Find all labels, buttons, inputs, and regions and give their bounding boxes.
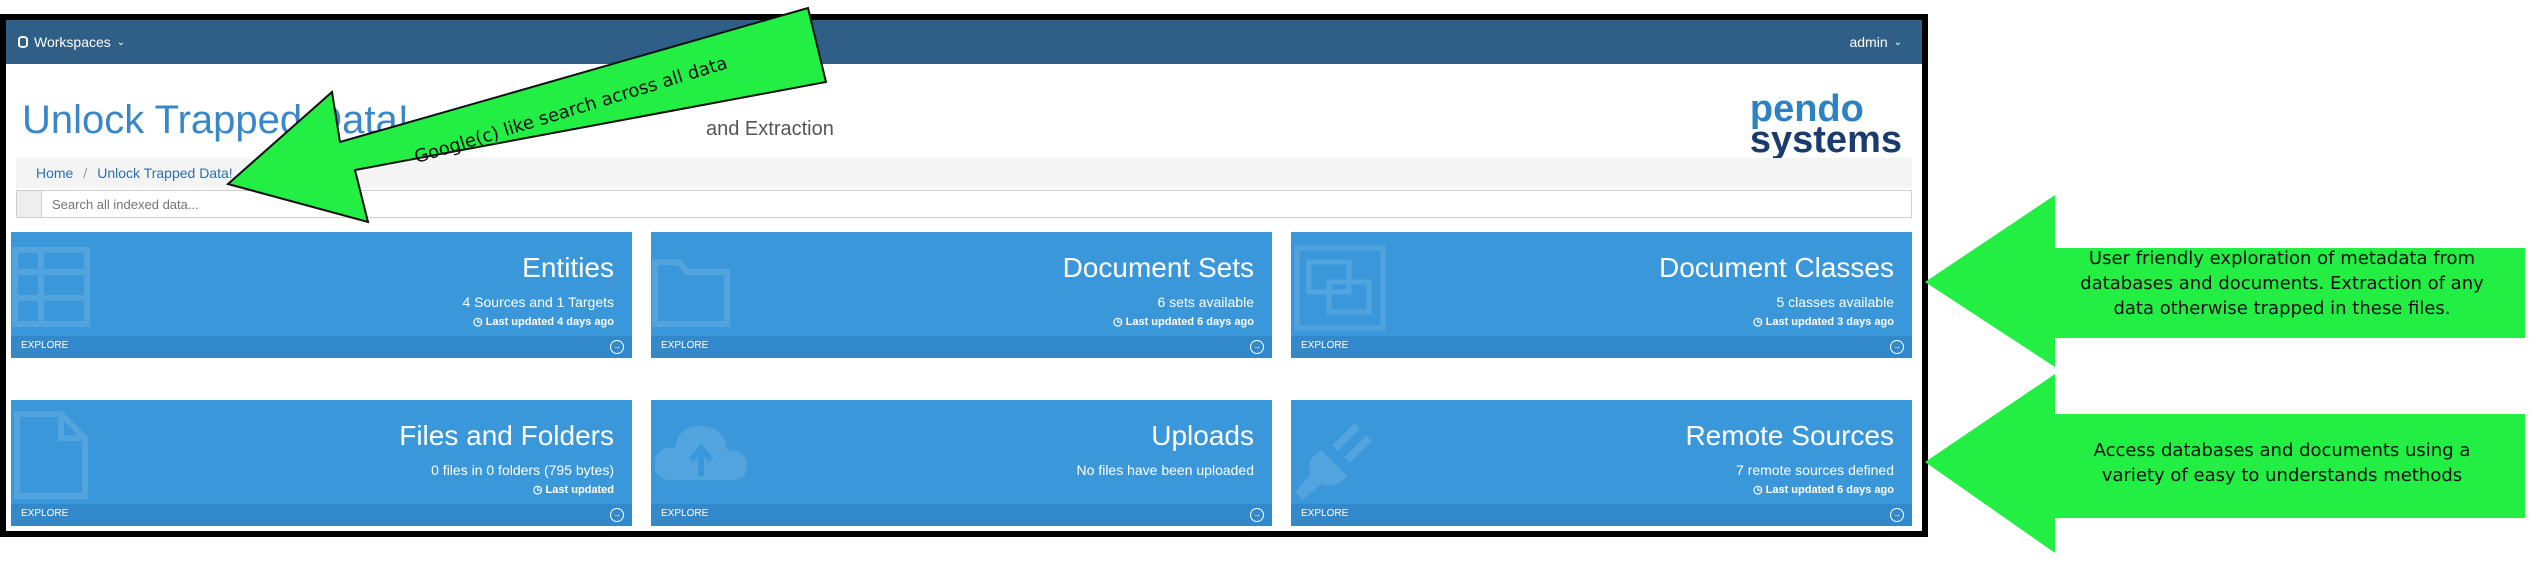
folder-icon (652, 259, 730, 327)
user-menu[interactable]: admin ⌄ (1849, 34, 1902, 50)
explore-link[interactable]: EXPLORE (661, 340, 708, 351)
tile-footer[interactable]: EXPLORE → (651, 504, 1272, 526)
tile-subtitle: 6 sets available (1157, 294, 1254, 310)
object-group-icon (1294, 245, 1386, 331)
tile-document-classes[interactable]: Document Classes 5 classes available ◷ L… (1291, 232, 1912, 358)
chevron-down-icon: ⌄ (1893, 36, 1902, 48)
tile-entities[interactable]: Entities 4 Sources and 1 Targets ◷ Last … (11, 232, 632, 358)
pendo-systems-logo: pendo systems (1749, 90, 1902, 162)
explore-link[interactable]: EXPLORE (661, 508, 708, 519)
explore-link[interactable]: EXPLORE (21, 508, 68, 519)
search-bar (16, 190, 1912, 218)
tile-subtitle: 7 remote sources defined (1736, 462, 1894, 478)
top-navbar: Workspaces ⌄ admin ⌄ (6, 20, 1922, 64)
search-addon (17, 191, 42, 217)
tile-footer[interactable]: EXPLORE → (11, 336, 632, 358)
tile-document-sets[interactable]: Document Sets 6 sets available ◷ Last up… (651, 232, 1272, 358)
page-title: Unlock Trapped Data! (22, 98, 409, 142)
database-icon (18, 36, 28, 48)
user-label: admin (1849, 34, 1888, 50)
tile-subtitle: 4 Sources and 1 Targets (462, 294, 614, 310)
table-icon (12, 247, 90, 327)
app-window: Workspaces ⌄ admin ⌄ Unlock Trapped Data… (0, 14, 1928, 537)
tile-updated: ◷ Last updated 6 days ago (1112, 316, 1254, 328)
tile-title: Entities (522, 252, 614, 283)
workspaces-label: Workspaces (34, 34, 111, 50)
tile-remote-sources[interactable]: Remote Sources 7 remote sources defined … (1291, 400, 1912, 526)
tile-footer[interactable]: EXPLORE → (11, 504, 632, 526)
tile-updated: ◷ Last updated (532, 484, 614, 496)
tile-updated: ◷ Last updated 3 days ago (1752, 316, 1894, 328)
workspaces-menu[interactable]: Workspaces ⌄ (18, 34, 125, 50)
file-icon (14, 411, 88, 499)
explore-link[interactable]: EXPLORE (21, 340, 68, 351)
plug-icon (1295, 423, 1372, 500)
tile-updated: ◷ Last updated 6 days ago (1752, 484, 1894, 496)
tile-footer[interactable]: EXPLORE → (1291, 504, 1912, 526)
explore-link[interactable]: EXPLORE (1301, 340, 1348, 351)
tile-subtitle: 5 classes available (1776, 294, 1894, 310)
tile-subtitle: No files have been uploaded (1076, 462, 1254, 478)
arrow-circle-right-icon[interactable]: → (610, 508, 624, 522)
arrow-circle-right-icon[interactable]: → (610, 340, 624, 354)
cloud-upload-icon (654, 425, 747, 480)
tile-footer[interactable]: EXPLORE → (651, 336, 1272, 358)
breadcrumb-current[interactable]: Unlock Trapped Data! (97, 165, 232, 181)
search-input[interactable] (42, 195, 1911, 213)
tile-uploads[interactable]: Uploads No files have been uploaded EXPL… (651, 400, 1272, 526)
tile-title: Document Sets (1062, 252, 1254, 283)
tile-title: Files and Folders (399, 420, 614, 451)
tile-footer[interactable]: EXPLORE → (1291, 336, 1912, 358)
page-subtitle: and Extraction (706, 118, 834, 140)
breadcrumb-separator: / (83, 165, 88, 181)
tile-title: Remote Sources (1685, 420, 1894, 451)
chevron-down-icon: ⌄ (116, 36, 126, 48)
callout-exploration-text: User friendly exploration of metadata fr… (2080, 248, 2484, 320)
tile-files-and-folders[interactable]: Files and Folders 0 files in 0 folders (… (11, 400, 632, 526)
tile-updated: ◷ Last updated 4 days ago (472, 316, 614, 328)
tile-title: Uploads (1151, 420, 1254, 451)
arrow-circle-right-icon[interactable]: → (1250, 340, 1264, 354)
callout-access-text: Access databases and documents using a v… (2093, 440, 2471, 487)
arrow-circle-right-icon[interactable]: → (1250, 508, 1264, 522)
breadcrumb-home[interactable]: Home (36, 165, 73, 181)
arrow-circle-right-icon[interactable]: → (1890, 340, 1904, 354)
explore-link[interactable]: EXPLORE (1301, 508, 1348, 519)
logo-line-2: systems (1749, 119, 1902, 162)
page-header: Unlock Trapped Data! and Extraction pend… (16, 76, 1912, 162)
arrow-circle-right-icon[interactable]: → (1890, 508, 1904, 522)
breadcrumb: Home / Unlock Trapped Data! (16, 158, 1912, 188)
tile-title: Document Classes (1659, 252, 1894, 283)
tile-subtitle: 0 files in 0 folders (795 bytes) (431, 462, 614, 478)
